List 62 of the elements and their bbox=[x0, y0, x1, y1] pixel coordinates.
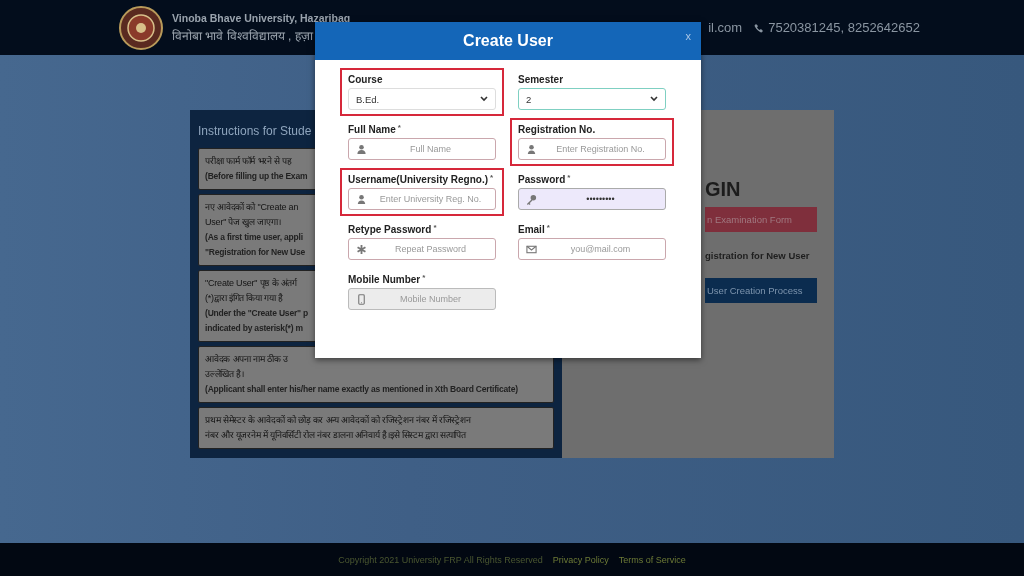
instruction-text: "Registration for New Use bbox=[205, 246, 306, 259]
footer-link[interactable]: Privacy Policy bbox=[552, 554, 609, 565]
select-field[interactable]: 2 bbox=[518, 88, 666, 110]
instruction-text: प्रथम सेमेस्टर के आवेदकों को छोड़ कर अन्य आवेदकों को रजिस्ट्रेशन नंबर में रजिस्ट्रेशन bbox=[205, 414, 471, 427]
field-label: Email bbox=[518, 224, 545, 235]
instruction-text: नए आवेदकों को "Create an bbox=[205, 201, 299, 214]
field-label: Course bbox=[348, 74, 383, 85]
university-name: Vinoba Bhave University, Hazaribag bbox=[172, 11, 351, 24]
phone-icon bbox=[754, 22, 765, 33]
panel-title: Instructions for Stude bbox=[198, 124, 312, 138]
footer-link[interactable]: Terms of Service bbox=[618, 554, 686, 565]
user-icon bbox=[356, 193, 367, 205]
required-mark: * bbox=[397, 124, 401, 132]
instruction-text: indicated by asterisk(*) m bbox=[205, 322, 303, 335]
asterisk-icon bbox=[356, 243, 367, 255]
required-mark: * bbox=[433, 224, 437, 232]
dialog-title: Create User bbox=[463, 32, 553, 50]
input-field[interactable]: Full Name bbox=[348, 138, 496, 160]
caret-icon bbox=[480, 96, 488, 102]
instruction-text: (Before filling up the Exam bbox=[205, 170, 308, 183]
university-logo bbox=[118, 4, 164, 51]
email-text: il.com bbox=[708, 20, 743, 35]
caret-icon bbox=[650, 96, 658, 102]
envelope-icon bbox=[526, 243, 537, 255]
instruction-text: उल्लेखित है। bbox=[205, 368, 244, 381]
registration-text: gistration for New User bbox=[705, 250, 810, 261]
input-field[interactable]: Enter University Reg. No. bbox=[348, 188, 496, 210]
instruction-text: (Under the "Create User" p bbox=[205, 307, 308, 320]
instruction-text: "Create User" पृष्ठ के अंतर्ग bbox=[205, 277, 297, 291]
required-mark: * bbox=[490, 174, 494, 182]
required-mark: * bbox=[567, 174, 571, 182]
login-title: GIN bbox=[705, 178, 741, 201]
input-field[interactable]: you@mail.com bbox=[518, 238, 666, 260]
field-label: Mobile Number bbox=[348, 274, 421, 285]
select-field[interactable]: B.Ed. bbox=[348, 88, 496, 110]
instruction-text: आवेदक अपना नाम ठीक उ bbox=[205, 353, 288, 366]
phone-icon bbox=[356, 293, 367, 305]
university-name-hindi: विनोबा भावे विश्वविद्यालय , हज़ा bbox=[172, 27, 314, 44]
instruction-text: नंबर और यूजरनेम में यूनिवर्सिटी रोल नंबर डालना अनिवार्य है।इसे सिस्टम द्वारा सत्यापित bbox=[205, 429, 466, 443]
process-button[interactable]: User Creation Process bbox=[705, 278, 817, 303]
instruction-text: (*)द्वारा इंगित किया गया है bbox=[205, 292, 284, 305]
input-field[interactable]: ••••••••• bbox=[518, 188, 666, 210]
instruction-text: (As a first time user, appli bbox=[205, 231, 303, 244]
close-button[interactable]: x bbox=[685, 30, 691, 42]
instruction-text: User" पेज खुल जाएगा। bbox=[205, 216, 281, 230]
input-field[interactable]: Repeat Password bbox=[348, 238, 496, 260]
field-label: Password bbox=[518, 174, 566, 185]
user-icon bbox=[526, 143, 537, 155]
field-label: Semester bbox=[518, 74, 564, 85]
person-icon bbox=[356, 143, 367, 155]
instruction-text: (Applicant shall enter his/her name exactly as mentioned in Xth Board Certificate) bbox=[205, 383, 518, 396]
instruction-text: परीक्षा फार्म फॉर्म भरने से पह bbox=[205, 155, 292, 168]
field-label: Retype Password bbox=[348, 224, 432, 235]
field-label: Registration No. bbox=[518, 124, 596, 135]
required-mark: * bbox=[422, 274, 426, 282]
copyright-text: Copyright 2021 University FRP All Rights Reserved bbox=[338, 554, 543, 565]
field-label: Full Name bbox=[348, 124, 396, 135]
phone-number: 7520381245, 8252642652 bbox=[768, 20, 920, 35]
key-icon bbox=[526, 193, 537, 205]
field-label: Username(University Regno.) bbox=[348, 174, 489, 185]
required-mark: * bbox=[546, 224, 550, 232]
input-field[interactable]: Enter Registration No. bbox=[518, 138, 666, 160]
